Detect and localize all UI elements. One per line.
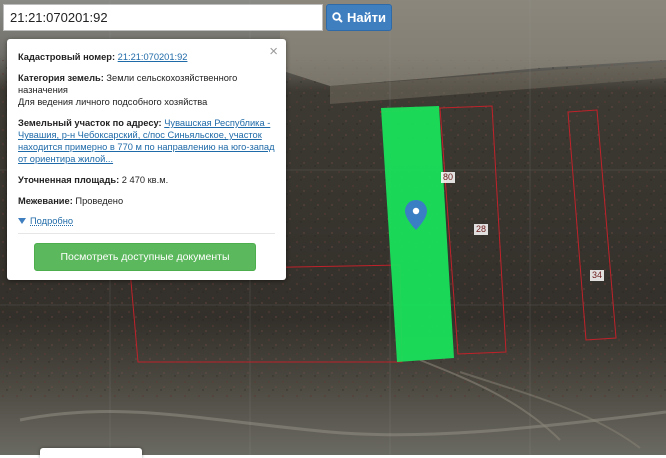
category-row: Категория земель: Земли сельскохозяйстве… bbox=[18, 72, 276, 108]
search-button[interactable]: Найти bbox=[326, 4, 392, 31]
survey-label: Межевание: bbox=[18, 196, 73, 206]
details-link[interactable]: Подробно bbox=[30, 215, 73, 227]
details-toggle[interactable]: Подробно bbox=[18, 215, 276, 227]
view-documents-button[interactable]: Посмотреть доступные документы bbox=[34, 243, 256, 271]
address-label: Земельный участок по адресу: bbox=[18, 118, 162, 128]
parcel-label-28: 28 bbox=[474, 224, 489, 235]
land-use-value: Для ведения личного подсобного хозяйства bbox=[18, 97, 208, 107]
area-label: Уточненная площадь: bbox=[18, 175, 120, 185]
divider bbox=[18, 233, 275, 234]
parcel-info-popup: × Кадастровый номер: 21:21:070201:92 Кат… bbox=[7, 39, 286, 280]
caret-down-icon bbox=[18, 218, 26, 224]
category-label: Категория земель: bbox=[18, 73, 104, 83]
parcel-label-34: 34 bbox=[590, 270, 605, 281]
cadastral-link[interactable]: 21:21:070201:92 bbox=[118, 52, 188, 62]
survey-row: Межевание: Проведено bbox=[18, 195, 276, 207]
search-button-label: Найти bbox=[347, 10, 386, 25]
area-row: Уточненная площадь: 2 470 кв.м. bbox=[18, 174, 276, 186]
area-value: 2 470 кв.м. bbox=[121, 175, 169, 185]
cadastral-label: Кадастровый номер: bbox=[18, 52, 116, 62]
close-icon[interactable]: × bbox=[269, 44, 278, 59]
cadastral-row: Кадастровый номер: 21:21:070201:92 bbox=[18, 51, 276, 63]
search-input[interactable] bbox=[3, 4, 323, 31]
search-icon bbox=[332, 12, 343, 23]
address-row: Земельный участок по адресу: Чувашская Р… bbox=[18, 117, 276, 165]
parcel-label-80: 80 bbox=[441, 172, 456, 183]
survey-value: Проведено bbox=[75, 196, 124, 206]
bottom-panel-tab[interactable] bbox=[40, 448, 142, 458]
